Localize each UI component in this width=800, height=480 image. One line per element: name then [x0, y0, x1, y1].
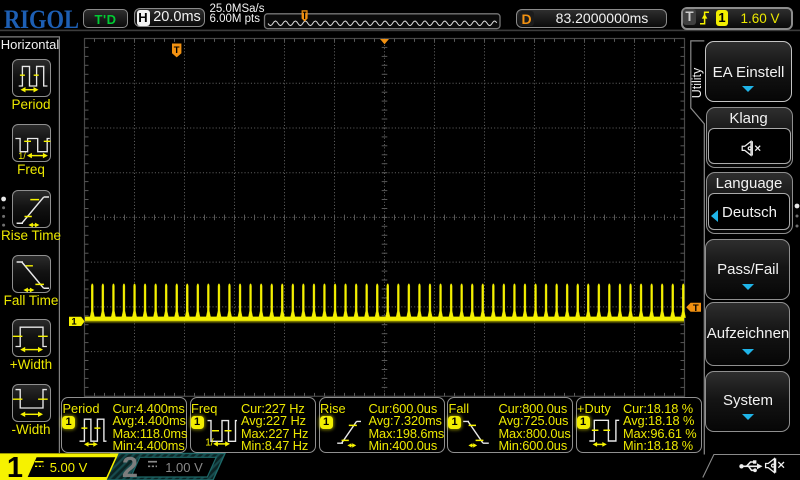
svg-text:T: T: [693, 303, 699, 314]
svg-text:2: 2: [122, 452, 138, 480]
svg-text:5.00 V: 5.00 V: [50, 460, 88, 475]
svg-text:1: 1: [71, 317, 77, 328]
svg-text:T: T: [174, 45, 180, 56]
svg-text:1: 1: [7, 452, 23, 480]
svg-text:1.00 V: 1.00 V: [165, 460, 203, 475]
